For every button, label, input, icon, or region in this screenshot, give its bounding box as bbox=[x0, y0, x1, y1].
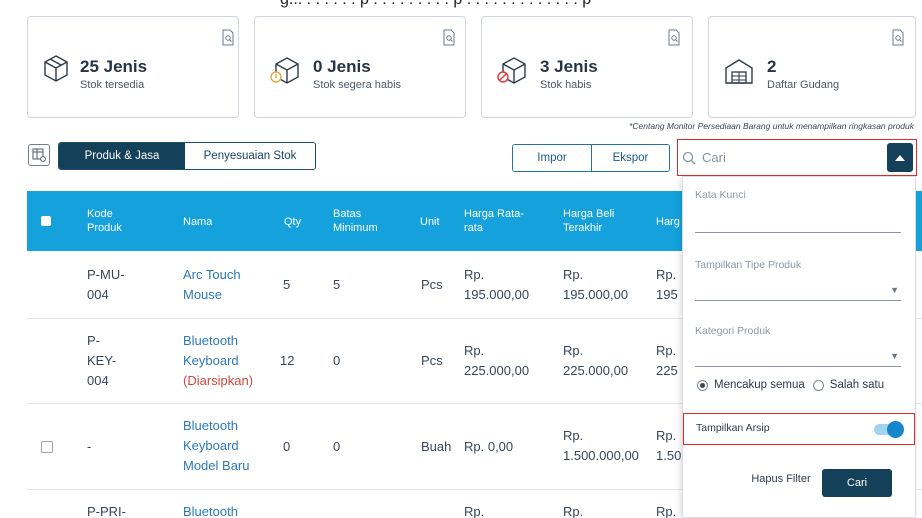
row-name-text: Bluetooth Keyboard bbox=[183, 333, 239, 368]
header-sell-price[interactable]: Harg bbox=[656, 215, 680, 229]
row-avg-price: Rp. 0,00 bbox=[464, 439, 514, 454]
row-min: 0 bbox=[333, 439, 341, 454]
table-settings-icon bbox=[32, 148, 46, 162]
tab-products[interactable]: Produk & Jasa bbox=[59, 143, 185, 169]
report-icon[interactable] bbox=[442, 29, 456, 46]
summary-card-warehouses[interactable]: 2 Daftar Gudang bbox=[708, 16, 916, 118]
row-unit: Pcs bbox=[421, 277, 443, 292]
search-box[interactable]: Cari bbox=[677, 139, 917, 176]
page-caption: g... . . . . . . p . . . . . . . . . p .… bbox=[280, 0, 591, 9]
row-name[interactable]: Arc Touch Mouse bbox=[183, 265, 261, 305]
header-code[interactable]: Kode Produk bbox=[87, 207, 137, 235]
row-checkbox[interactable] bbox=[41, 441, 53, 453]
header-name[interactable]: Nama bbox=[183, 215, 212, 229]
row-qty: 5 bbox=[283, 277, 291, 292]
row-qty: 0 bbox=[283, 439, 291, 454]
row-avg-price: Rp. 225.000,00 bbox=[464, 343, 530, 378]
import-export-group: Impor Ekspor bbox=[512, 144, 670, 172]
header-avg-price[interactable]: Harga Rata-rata bbox=[464, 207, 534, 235]
header-last-price[interactable]: Harga Beli Terakhir bbox=[563, 207, 633, 235]
keyword-label: Kata Kunci bbox=[695, 189, 746, 201]
row-code: P-PRI- bbox=[87, 504, 126, 518]
clear-filter-button[interactable]: Hapus Filter bbox=[741, 473, 821, 485]
row-code: P-KEY-004 bbox=[87, 333, 117, 388]
report-icon[interactable] bbox=[221, 29, 235, 46]
match-all-label: Mencakup semua bbox=[714, 379, 805, 391]
radio-match-any[interactable] bbox=[812, 379, 824, 391]
out-of-stock-count: 3 Jenis bbox=[540, 57, 598, 76]
import-button[interactable]: Impor bbox=[513, 145, 591, 171]
row-avg-price: Rp. 195.000,00 bbox=[464, 267, 530, 302]
header-min[interactable]: Batas Minimum bbox=[333, 207, 383, 235]
box-icon bbox=[44, 55, 68, 82]
row-code: P-MU-004 bbox=[87, 267, 125, 302]
available-label: Stok tersedia bbox=[80, 79, 145, 91]
report-icon[interactable] bbox=[667, 29, 681, 46]
export-button[interactable]: Ekspor bbox=[591, 145, 669, 171]
chevron-down-icon: ▼ bbox=[890, 285, 899, 295]
category-label: Kategori Produk bbox=[695, 325, 771, 337]
summary-card-available[interactable]: 25 Jenis Stok tersedia bbox=[27, 16, 239, 118]
summary-card-out-of-stock[interactable]: 3 Jenis Stok habis bbox=[481, 16, 693, 118]
show-archive-row: Tampilkan Arsip bbox=[683, 413, 915, 445]
row-sell-price: Rp. bbox=[656, 504, 677, 518]
warehouse-label: Daftar Gudang bbox=[767, 79, 840, 91]
product-type-label: Tampilkan Tipe Produk bbox=[695, 259, 802, 271]
row-min: 5 bbox=[333, 277, 341, 292]
keyword-input[interactable] bbox=[695, 213, 901, 233]
category-select[interactable] bbox=[695, 347, 901, 367]
search-placeholder: Cari bbox=[702, 150, 726, 165]
row-name[interactable]: Bluetooth Keyboard (Diarsipkan) bbox=[183, 331, 278, 391]
filter-toggle-button[interactable] bbox=[887, 143, 913, 172]
row-last-price: Rp. 225.000,00 bbox=[563, 343, 629, 378]
row-name[interactable]: Bluetooth bbox=[183, 502, 238, 518]
row-qty: 12 bbox=[280, 353, 295, 368]
tab-stock-adjustment[interactable]: Penyesuaian Stok bbox=[185, 143, 315, 169]
row-unit: Pcs bbox=[421, 353, 443, 368]
radio-match-all[interactable] bbox=[697, 379, 708, 391]
category-match-options: Mencakup semua Salah satu bbox=[697, 379, 884, 391]
chevron-down-icon: ▼ bbox=[890, 351, 899, 361]
row-code: - bbox=[87, 439, 92, 454]
row-min: 0 bbox=[333, 353, 341, 368]
column-settings-button[interactable] bbox=[28, 144, 50, 166]
archived-badge: (Diarsipkan) bbox=[183, 373, 254, 388]
product-tabs: Produk & Jasa Penyesuaian Stok bbox=[58, 142, 316, 170]
toggle-knob bbox=[887, 421, 904, 438]
show-archive-label: Tampilkan Arsip bbox=[696, 422, 770, 434]
show-archive-toggle[interactable] bbox=[874, 421, 904, 438]
chevron-up-icon bbox=[895, 154, 905, 161]
low-stock-count: 0 Jenis bbox=[313, 57, 371, 76]
filter-panel: Kata Kunci Tampilkan Tipe Produk ▼ Kateg… bbox=[682, 176, 916, 518]
select-all-checkbox[interactable] bbox=[41, 216, 51, 226]
warehouse-count: 2 bbox=[767, 57, 777, 76]
row-last-price: Rp. 1.500.000,00 bbox=[563, 428, 639, 463]
row-avg-price: Rp. bbox=[464, 504, 485, 518]
box-warning-icon bbox=[270, 57, 299, 84]
row-last-price: Rp. 195.000,00 bbox=[563, 267, 629, 302]
search-icon bbox=[682, 151, 696, 164]
header-qty[interactable]: Qty bbox=[284, 215, 301, 229]
available-count: 25 Jenis bbox=[80, 57, 148, 76]
report-icon[interactable] bbox=[891, 29, 905, 46]
monitor-note: *Centang Monitor Persediaan Barang untuk… bbox=[629, 121, 914, 131]
summary-card-low-stock[interactable]: 0 Jenis Stok segera habis bbox=[254, 16, 466, 118]
product-type-select[interactable] bbox=[695, 281, 901, 301]
low-stock-label: Stok segera habis bbox=[313, 79, 402, 91]
box-empty-icon bbox=[497, 57, 526, 84]
row-unit: Buah bbox=[421, 439, 452, 454]
search-input[interactable]: Cari bbox=[682, 143, 892, 172]
row-name[interactable]: Bluetooth Keyboard Model Baru bbox=[183, 416, 261, 476]
search-submit-button[interactable]: Cari bbox=[822, 469, 892, 497]
out-of-stock-label: Stok habis bbox=[540, 79, 592, 91]
header-unit[interactable]: Unit bbox=[420, 215, 440, 229]
match-any-label: Salah satu bbox=[829, 379, 885, 391]
row-last-price: Rp. bbox=[563, 504, 584, 518]
warehouse-icon bbox=[725, 59, 753, 84]
